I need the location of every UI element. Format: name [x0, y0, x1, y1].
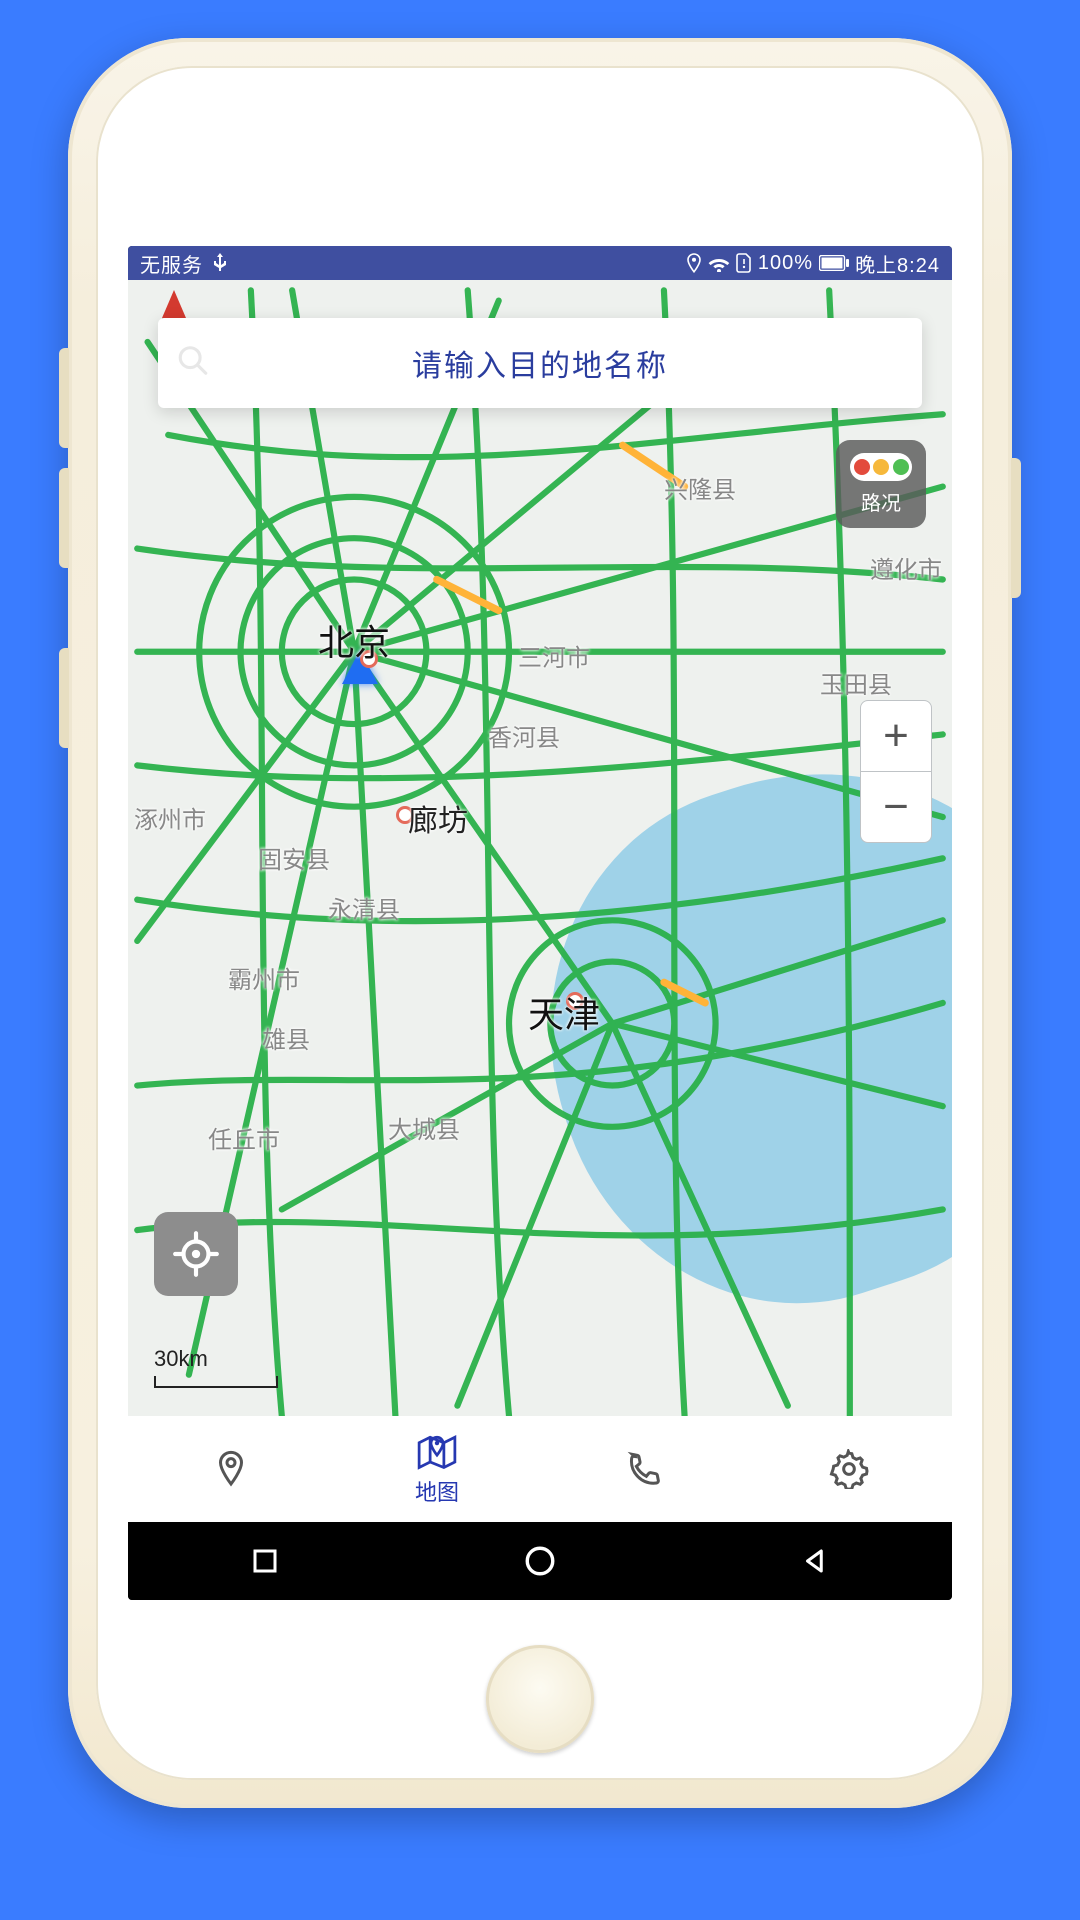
- circle-icon: [523, 1544, 557, 1578]
- nav-back-button[interactable]: [779, 1533, 851, 1589]
- crosshair-icon: [171, 1229, 221, 1279]
- device-screen: 无服务 100% 晚上8:24: [128, 246, 952, 1600]
- bottom-tab-bar: 地图: [128, 1416, 952, 1522]
- phone-frame-inner: 无服务 100% 晚上8:24: [96, 66, 984, 1780]
- tab-location[interactable]: [128, 1416, 334, 1522]
- label-dacheng: 大城县: [388, 1110, 460, 1145]
- map-view[interactable]: 请输入目的地名称 路况 + − 北京 天津 廊坊: [128, 280, 952, 1416]
- label-xinglong: 兴隆县: [664, 470, 736, 505]
- label-yongqing: 永清县: [328, 890, 400, 925]
- map-pin-icon: [415, 1431, 459, 1471]
- nav-home-button[interactable]: [504, 1533, 576, 1589]
- square-icon: [250, 1546, 280, 1576]
- gear-icon: [829, 1449, 869, 1489]
- traffic-lights-icon: [850, 453, 912, 481]
- search-icon: [176, 344, 210, 383]
- os-status-bar: 无服务 100% 晚上8:24: [128, 246, 952, 280]
- sim-alert-icon: [736, 253, 752, 273]
- zoom-in-button[interactable]: +: [860, 700, 932, 772]
- label-guan: 固安县: [258, 840, 330, 875]
- scale-line: [154, 1376, 278, 1388]
- phone-icon: [623, 1449, 663, 1489]
- traffic-toggle-label: 路况: [861, 487, 901, 516]
- tab-map[interactable]: 地图: [334, 1416, 540, 1522]
- zoom-out-button[interactable]: −: [860, 772, 932, 843]
- label-zhuozhou: 涿州市: [134, 800, 206, 835]
- status-left: 无服务: [140, 249, 227, 278]
- label-zunhua: 遵化市: [870, 550, 942, 585]
- battery-percent: 100%: [758, 252, 813, 275]
- search-bar[interactable]: 请输入目的地名称: [158, 318, 922, 408]
- label-yutian: 玉田县: [820, 665, 892, 700]
- scale-label: 30km: [154, 1346, 278, 1372]
- label-renqiu: 任丘市: [208, 1120, 280, 1155]
- label-sanhe: 三河市: [518, 638, 590, 673]
- label-langfang: 廊坊: [408, 796, 468, 840]
- label-tianjin: 天津: [528, 986, 600, 1038]
- tab-map-label: 地图: [415, 1475, 459, 1507]
- label-xiongxian: 雄县: [262, 1020, 310, 1055]
- compass-icon: [162, 290, 186, 318]
- usb-icon: [213, 253, 227, 273]
- tab-call[interactable]: [540, 1416, 746, 1522]
- search-placeholder: 请输入目的地名称: [412, 341, 668, 385]
- triangle-back-icon: [800, 1546, 830, 1576]
- android-nav-bar: [128, 1522, 952, 1600]
- phone-bezel: 无服务 100% 晚上8:24: [68, 38, 1012, 1808]
- label-beijing: 北京: [318, 614, 390, 666]
- zoom-controls: + −: [860, 700, 932, 843]
- tab-settings[interactable]: [746, 1416, 952, 1522]
- locate-me-button[interactable]: [154, 1212, 238, 1296]
- map-scale: 30km: [154, 1346, 278, 1388]
- battery-icon: [819, 255, 849, 271]
- clock-label: 晚上8:24: [855, 249, 940, 278]
- nav-recent-button[interactable]: [229, 1533, 301, 1589]
- physical-home-button: [486, 1645, 594, 1753]
- road-network: [128, 280, 952, 1416]
- label-xianghe: 香河县: [488, 718, 560, 753]
- carrier-label: 无服务: [140, 249, 203, 278]
- location-icon: [686, 253, 702, 273]
- label-bazhou: 霸州市: [228, 960, 300, 995]
- wifi-icon: [708, 254, 730, 272]
- pin-icon: [211, 1449, 251, 1489]
- page-background: 无服务 100% 晚上8:24: [0, 0, 1080, 1920]
- status-right: 100% 晚上8:24: [686, 249, 940, 278]
- traffic-toggle[interactable]: 路况: [836, 440, 926, 528]
